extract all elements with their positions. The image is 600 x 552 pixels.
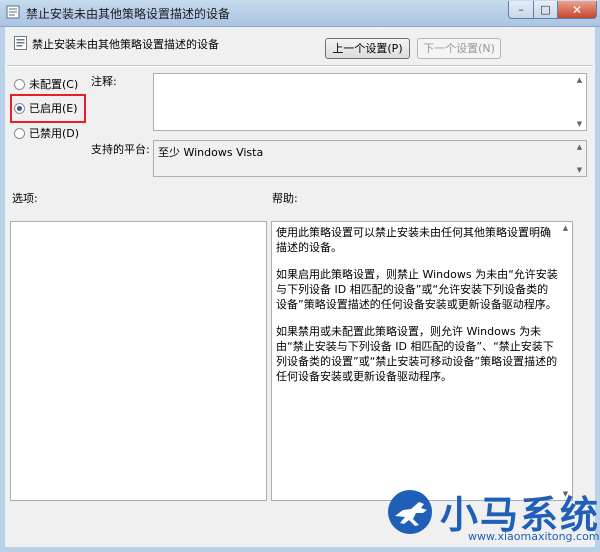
scroll-up-icon[interactable]: ▲ [573,143,586,151]
radio-disabled[interactable]: 已禁用(D) [14,125,79,141]
scroll-down-icon[interactable]: ▼ [573,120,586,128]
platform-value: 至少 Windows Vista [158,146,264,159]
minimize-button[interactable]: – [508,1,534,19]
radio-button[interactable] [14,127,25,139]
help-pane[interactable]: 使用此策略设置可以禁止安装未由任何其他策略设置明确描述的设备。 如果启用此策略设… [271,221,573,501]
radio-not-configured[interactable]: 未配置(C) [14,76,78,92]
close-icon: ✕ [571,2,583,17]
help-text: 使用此策略设置可以禁止安装未由任何其他策略设置明确描述的设备。 如果启用此策略设… [276,225,558,396]
radio-button[interactable] [14,78,25,90]
policy-setting-icon [14,36,27,50]
scroll-down-icon[interactable]: ▼ [573,166,586,174]
scroll-up-icon[interactable]: ▲ [573,76,586,84]
previous-setting-button[interactable]: 上一个设置(P) [325,38,410,59]
comment-label: 注释: [91,75,117,88]
dialog-body: 禁止安装未由其他策略设置描述的设备 上一个设置(P) 下一个设置(N) 未配置(… [5,27,595,547]
platform-scrollbar[interactable]: ▲ ▼ [573,141,586,176]
comment-textarea[interactable]: ▲ ▼ [153,73,587,131]
help-paragraph: 如果启用此策略设置，则禁止 Windows 为未由“允许安装与下列设备 ID 相… [276,268,558,311]
minimize-icon: – [518,3,524,16]
horse-logo-icon [388,490,432,534]
next-setting-button[interactable]: 下一个设置(N) [417,38,501,59]
policy-icon [6,5,20,19]
maximize-icon: □ [540,3,551,16]
comment-scrollbar[interactable]: ▲ ▼ [573,74,586,130]
help-paragraph: 使用此策略设置可以禁止安装未由任何其他策略设置明确描述的设备。 [276,226,551,254]
site-watermark: 小马系统 www.xiaomaxitong.com [384,484,600,544]
close-button[interactable]: ✕ [557,1,597,19]
platform-field: 至少 Windows Vista ▲ ▼ [153,140,587,177]
platform-label: 支持的平台: [91,143,150,156]
options-label: 选项: [12,192,38,205]
help-scrollbar[interactable]: ▲ ▼ [559,222,572,500]
watermark-url: www.xiaomaxitong.com [468,530,600,543]
help-paragraph: 如果禁用或未配置此策略设置，则允许 Windows 为未由“禁止安装与下列设备 … [276,325,558,383]
radio-label: 已禁用(D) [29,127,80,140]
scroll-up-icon[interactable]: ▲ [559,224,572,232]
policy-editor-window: 禁止安装未由其他策略设置描述的设备 – □ ✕ 禁止安装未由其他策略设置描述的设… [0,0,600,552]
policy-title: 禁止安装未由其他策略设置描述的设备 [32,38,219,51]
maximize-button[interactable]: □ [533,1,558,19]
help-label: 帮助: [272,192,298,205]
options-pane[interactable] [10,221,267,501]
radio-label: 未配置(C) [29,78,79,91]
header-divider [7,65,593,67]
window-title: 禁止安装未由其他策略设置描述的设备 [26,7,231,21]
title-bar[interactable]: 禁止安装未由其他策略设置描述的设备 – □ ✕ [0,0,600,27]
annotation-highlight-box [10,94,86,123]
